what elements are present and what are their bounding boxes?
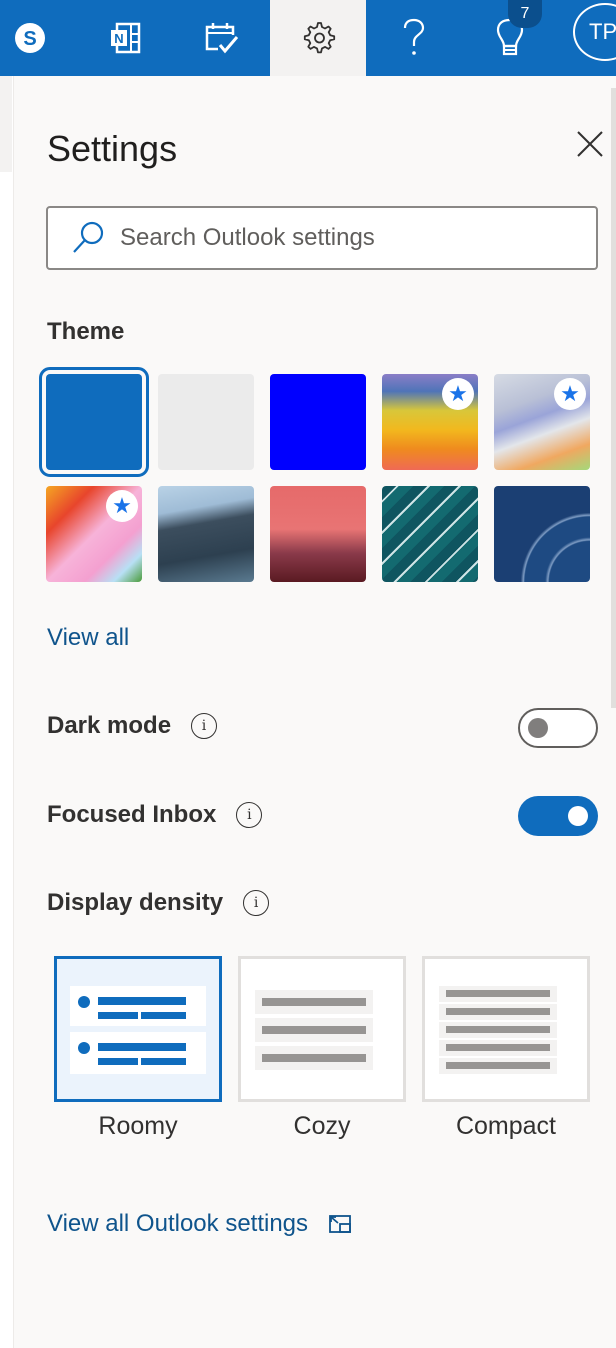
density-label-compact: Compact (455, 1112, 557, 1140)
premium-star-icon: ★ (106, 490, 138, 522)
toggle-knob (528, 718, 548, 738)
scrollbar[interactable] (611, 88, 616, 1338)
info-icon[interactable]: i (243, 890, 270, 916)
view-all-settings-link[interactable]: View all Outlook settings (47, 1210, 352, 1238)
theme-swatch-ribbons[interactable]: ★ (494, 374, 590, 470)
left-pane-edge (0, 76, 14, 1348)
theme-swatch-bright-blue[interactable] (270, 374, 366, 470)
settings-button[interactable] (270, 0, 366, 76)
onenote-icon: N (111, 22, 141, 54)
calendar-check-icon (205, 23, 239, 54)
display-density-row: Display density i (47, 889, 270, 917)
dark-mode-toggle[interactable] (518, 708, 598, 748)
theme-label: Theme (47, 318, 125, 345)
roomy-preview-icon (70, 986, 206, 1074)
toggle-knob (568, 806, 588, 826)
dark-mode-label: Dark mode (47, 712, 172, 739)
density-label-roomy: Roomy (98, 1112, 178, 1140)
density-option-cozy[interactable] (238, 956, 406, 1102)
focused-inbox-row: Focused Inbox i (47, 801, 263, 829)
info-icon[interactable]: i (236, 802, 263, 828)
theme-swatch-palm-sunset[interactable] (270, 486, 366, 582)
display-density-label: Display density (47, 889, 224, 916)
skype-icon: S (15, 23, 45, 53)
search-input[interactable] (120, 224, 560, 252)
panel-title: Settings (47, 128, 178, 169)
theme-swatch-rainbow-stripes[interactable]: ★ (382, 374, 478, 470)
theme-swatch-blueprint[interactable] (494, 486, 590, 582)
theme-swatch-circuit[interactable] (382, 486, 478, 582)
onenote-button[interactable]: N (78, 0, 174, 76)
cozy-preview-icon (255, 990, 373, 1070)
help-button[interactable] (366, 0, 462, 76)
view-all-settings-label: View all Outlook settings (47, 1210, 309, 1237)
my-day-button[interactable] (174, 0, 270, 76)
theme-swatch-light-gray[interactable] (158, 374, 254, 470)
density-label-cozy: Cozy (293, 1112, 351, 1140)
info-icon[interactable]: i (191, 713, 218, 739)
search-icon (73, 221, 104, 253)
svg-text:S: S (23, 28, 36, 50)
search-box[interactable] (46, 206, 598, 270)
skype-button[interactable]: S (0, 0, 78, 76)
focused-inbox-toggle[interactable] (518, 796, 598, 836)
question-icon (403, 18, 425, 55)
dark-mode-row: Dark mode i (47, 712, 218, 740)
close-icon (577, 131, 603, 157)
gear-icon (303, 22, 336, 54)
top-bar: S N 7 TP (0, 0, 616, 76)
settings-panel: Settings Theme ★ ★ ★ View al (14, 76, 616, 1348)
density-option-compact[interactable] (422, 956, 590, 1102)
theme-swatch-mountain-coast[interactable] (158, 486, 254, 582)
premium-star-icon: ★ (554, 378, 586, 410)
close-button[interactable] (574, 128, 606, 160)
density-option-roomy[interactable] (54, 956, 222, 1102)
view-all-themes-link[interactable]: View all (47, 624, 129, 652)
compact-preview-icon (439, 986, 557, 1074)
avatar[interactable]: TP (573, 3, 616, 61)
theme-swatch-unicorn[interactable]: ★ (46, 486, 142, 582)
premium-star-icon: ★ (442, 378, 474, 410)
focused-inbox-label: Focused Inbox (47, 801, 217, 828)
theme-swatch-blue[interactable] (39, 367, 149, 477)
svg-text:N: N (114, 31, 123, 46)
open-external-icon (329, 1215, 351, 1233)
tips-badge: 7 (508, 0, 542, 28)
scrollbar-thumb[interactable] (611, 88, 616, 708)
